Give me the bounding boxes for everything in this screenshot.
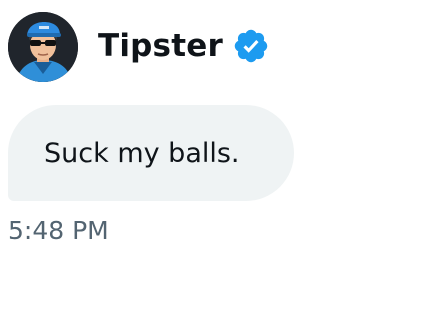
verified-badge-icon (232, 27, 270, 65)
message-bubble[interactable]: Suck my balls. (8, 105, 294, 201)
sender-name-row: Tipster (98, 10, 270, 82)
message-text: Suck my balls. (44, 138, 240, 169)
avatar[interactable] (8, 12, 78, 82)
sender-display-name[interactable]: Tipster (98, 30, 223, 62)
message-sender-header: Tipster (8, 11, 270, 83)
user-avatar-icon (8, 12, 78, 82)
message-timestamp: 5:48 PM (8, 216, 109, 245)
